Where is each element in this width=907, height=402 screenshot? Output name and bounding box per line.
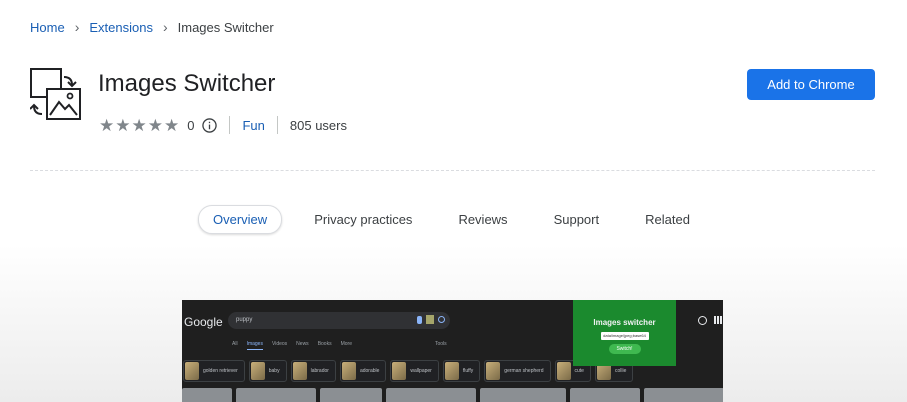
star-icon: ★	[131, 115, 147, 135]
tab-privacy-practices[interactable]: Privacy practices	[300, 206, 426, 233]
extension-meta: ★ ★ ★ ★ ★ 0 Fun 805 users	[99, 116, 347, 134]
puppy-thumbnail	[341, 362, 356, 380]
screenshot-chip: labrador	[290, 360, 336, 382]
screenshot-chip: baby	[248, 360, 287, 382]
chip-label: adorable	[359, 368, 380, 374]
screenshot-extension-popup: Images switcher data/image/jpeg;base64 S…	[573, 300, 676, 366]
chip-label: cute	[574, 368, 584, 374]
chip-label: baby	[268, 368, 280, 374]
info-icon[interactable]	[202, 117, 218, 133]
puppy-thumbnail	[185, 362, 199, 380]
meta-divider	[276, 116, 278, 134]
screenshot-chip: golden retriever	[183, 360, 245, 382]
images-switcher-logo-icon	[30, 68, 81, 120]
section-divider	[30, 170, 875, 171]
screenshot-filter: Images	[246, 341, 263, 350]
image-result	[386, 388, 476, 402]
image-result	[480, 388, 566, 402]
breadcrumb-current: Images Switcher	[177, 19, 274, 35]
star-icon: ★	[115, 115, 131, 135]
screenshot-filter: All	[232, 341, 238, 347]
lens-icon	[426, 315, 434, 324]
tab-related[interactable]: Related	[631, 206, 704, 233]
meta-divider	[229, 116, 231, 134]
screenshot-filter: News	[296, 341, 309, 347]
category-link[interactable]: Fun	[242, 118, 264, 133]
screenshot-chip: wallpaper	[390, 360, 439, 382]
chip-label: collie	[614, 368, 627, 374]
chip-label: golden retriever	[203, 368, 238, 374]
screenshot-chip: fluffy	[442, 360, 481, 382]
screenshot-filters: All Images Videos News Books More	[232, 341, 352, 350]
add-to-chrome-button[interactable]: Add to Chrome	[747, 69, 875, 100]
popup-title: Images switcher	[593, 318, 656, 327]
chevron-right-icon: ›	[74, 19, 80, 35]
screenshot-tools: Tools	[435, 341, 447, 347]
screenshot-image-results	[182, 388, 723, 402]
chevron-right-icon: ›	[162, 19, 168, 35]
puppy-thumbnail	[444, 362, 459, 380]
tab-reviews[interactable]: Reviews	[444, 206, 521, 233]
popup-input: data/image/jpeg;base64	[600, 332, 649, 340]
star-icon: ★	[147, 115, 163, 135]
chip-label: labrador	[310, 368, 329, 374]
screenshot-chip: adorable	[339, 360, 387, 382]
microphone-icon	[417, 316, 422, 324]
chip-label: wallpaper	[410, 368, 432, 374]
puppy-thumbnail	[392, 362, 407, 380]
settings-icon	[698, 316, 707, 325]
tab-support[interactable]: Support	[540, 206, 614, 233]
screenshot-google-logo: Google	[184, 315, 223, 329]
screenshot-filter: Books	[317, 341, 332, 347]
extension-title: Images Switcher	[98, 70, 276, 97]
star-icon: ★	[164, 115, 180, 135]
screenshot-filter: Videos	[271, 341, 288, 347]
image-result	[320, 388, 382, 402]
image-result	[236, 388, 316, 402]
image-result	[570, 388, 640, 402]
screenshot-chip-row: golden retriever baby labrador adorable …	[182, 360, 634, 382]
chip-label: german shepherd	[504, 368, 544, 374]
screenshot-chip: german shepherd	[484, 360, 551, 382]
image-result	[644, 388, 723, 402]
breadcrumb: Home › Extensions › Images Switcher	[30, 19, 274, 35]
breadcrumb-home-link[interactable]: Home	[30, 20, 65, 35]
screenshot-search-bar: puppy	[228, 312, 450, 329]
search-icon	[438, 316, 445, 323]
user-count: 805 users	[289, 117, 347, 133]
screenshot-search-query: puppy	[236, 317, 253, 323]
tab-overview[interactable]: Overview	[198, 204, 283, 234]
screenshot-filter: More	[340, 341, 352, 347]
puppy-thumbnail	[556, 362, 571, 380]
image-result	[182, 388, 232, 402]
puppy-thumbnail	[250, 362, 265, 380]
puppy-thumbnail	[292, 362, 307, 380]
detail-tabs: Overview Privacy practices Reviews Suppo…	[198, 204, 722, 234]
rating-stars: ★ ★ ★ ★ ★	[99, 117, 179, 134]
breadcrumb-extensions-link[interactable]: Extensions	[89, 20, 153, 35]
chip-label: fluffy	[462, 368, 474, 374]
rating-count: 0	[187, 117, 195, 133]
extension-screenshot[interactable]: Google puppy All Images Videos News Book…	[182, 300, 723, 402]
popup-switch-button: Switch!	[608, 344, 641, 354]
apps-grid-icon	[714, 316, 722, 324]
star-icon: ★	[99, 115, 115, 135]
puppy-thumbnail	[486, 362, 501, 380]
